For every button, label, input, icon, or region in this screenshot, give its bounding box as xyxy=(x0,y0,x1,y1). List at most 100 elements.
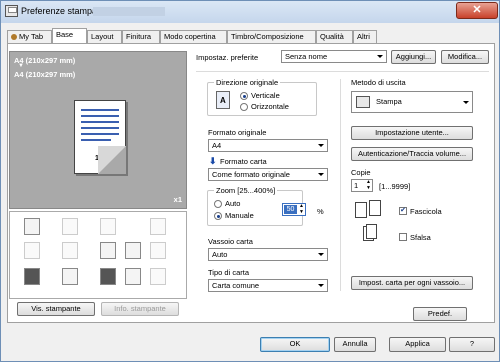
staple-icon[interactable] xyxy=(100,218,116,235)
zoom-manual-label: Manuale xyxy=(225,211,254,220)
paper-size-text: A4 (210x297 mm) xyxy=(14,70,76,79)
copies-badge: x1 xyxy=(173,195,182,204)
apply-button[interactable]: Applica xyxy=(389,337,446,352)
secure-print-icon[interactable] xyxy=(24,268,40,285)
tab-qualita[interactable]: Qualità xyxy=(316,30,353,43)
portrait-label: Verticale xyxy=(251,91,280,100)
cancel-button[interactable]: Annulla xyxy=(334,337,376,352)
printer-icon xyxy=(5,5,18,17)
zoom-title: Zoom [25...400%] xyxy=(214,186,278,195)
chevron-down-icon xyxy=(318,173,324,176)
arrow-down-icon: ▼ xyxy=(18,63,24,69)
copies-input[interactable]: 1 ▲ ▼ xyxy=(351,179,373,192)
print-icon xyxy=(356,96,370,108)
orientation-title: Direzione originale xyxy=(214,78,281,87)
tab-timbro-composizione[interactable]: Timbro/Composizione xyxy=(227,30,316,43)
paper-tray-label: Vassoio carta xyxy=(208,237,253,246)
tab-layout[interactable]: Layout xyxy=(87,30,122,43)
document-icon[interactable] xyxy=(125,268,141,285)
close-button[interactable]: ✕ xyxy=(456,2,498,19)
add-favorite-button[interactable]: Aggiungi... xyxy=(391,50,436,64)
tab-my-tab[interactable]: My Tab xyxy=(7,30,52,43)
portrait-radio[interactable] xyxy=(240,92,248,100)
arrow-down-icon: ⬇ xyxy=(209,156,217,166)
paper-size-value: Come formato originale xyxy=(212,170,290,179)
portrait-page-icon: A xyxy=(216,91,230,109)
printer-view-button[interactable]: Vis. stampante xyxy=(17,302,95,316)
combine-icon[interactable] xyxy=(100,242,116,259)
zoom-auto-label: Auto xyxy=(225,199,241,208)
default-button[interactable]: Predef. xyxy=(413,307,467,321)
divider xyxy=(340,79,341,291)
account-track-icon[interactable] xyxy=(100,268,116,285)
original-size-select[interactable]: A4 xyxy=(208,139,328,152)
favorites-value: Senza nome xyxy=(285,52,328,61)
zoom-auto-radio[interactable] xyxy=(214,200,222,208)
copies-range: [1...9999] xyxy=(379,182,411,191)
tab-finitura[interactable]: Finitura xyxy=(122,30,160,43)
copies-value: 1 xyxy=(354,181,359,190)
output-method-select[interactable]: Stampa xyxy=(351,91,473,113)
text-line xyxy=(81,121,119,123)
cover-icon[interactable] xyxy=(150,242,166,259)
title-bar: Preferenze stampa - ✕ xyxy=(1,1,499,23)
edit-favorite-button[interactable]: Modifica... xyxy=(441,50,489,64)
poster-icon[interactable] xyxy=(125,242,141,259)
printer-info-button[interactable]: Info. stampante xyxy=(101,302,179,316)
paper-tray-value: Auto xyxy=(212,250,228,259)
ok-button[interactable]: OK xyxy=(260,337,330,352)
help-button[interactable]: ? xyxy=(449,337,495,352)
offset-label: Sfalsa xyxy=(410,233,431,242)
original-size-label: Formato originale xyxy=(208,128,267,137)
punch-icon[interactable] xyxy=(62,218,78,235)
tab-label: My Tab xyxy=(19,32,44,41)
offset-icon xyxy=(363,224,379,242)
print-preferences-window: Preferenze stampa - ✕ My Tab Base Layout… xyxy=(0,0,500,362)
zoom-manual-radio[interactable] xyxy=(214,212,222,220)
fold-icon[interactable] xyxy=(150,218,166,235)
output-method-label: Metodo di uscita xyxy=(351,78,406,87)
paper-type-label: Tipo di carta xyxy=(208,268,249,277)
zoom-input[interactable]: 50 ▲ ▼ xyxy=(282,203,306,216)
user-auth-icon[interactable] xyxy=(62,268,78,285)
chevron-down-icon xyxy=(318,253,324,256)
text-line xyxy=(81,109,119,111)
paper-size-select[interactable]: Come formato originale xyxy=(208,168,328,181)
offset-checkbox[interactable] xyxy=(399,233,407,241)
printer-name-redacted xyxy=(93,7,165,16)
favorites-label: Impostaz. preferite xyxy=(196,53,259,62)
text-line xyxy=(81,139,111,141)
paper-tray-select[interactable]: Auto xyxy=(208,248,328,261)
favorites-select[interactable]: Senza nome xyxy=(281,50,387,63)
divider xyxy=(196,71,489,72)
zoom-value: 50 xyxy=(284,205,297,214)
authentication-button[interactable]: Autenticazione/Traccia volume... xyxy=(351,147,473,161)
text-line xyxy=(81,115,119,117)
orientation-group: Direzione originale A Verticale Orizzont… xyxy=(207,78,317,116)
paper-per-tray-button[interactable]: Impost. carta per ogni vassoio... xyxy=(351,276,473,290)
zoom-group: Zoom [25...400%] Auto Manuale 50 ▲ ▼ xyxy=(207,186,306,226)
tab-base[interactable]: Base xyxy=(52,28,87,44)
spinner-down-icon[interactable]: ▼ xyxy=(299,210,304,215)
chevron-down-icon xyxy=(463,101,469,104)
landscape-radio[interactable] xyxy=(240,103,248,111)
landscape-label: Orizzontale xyxy=(251,102,289,111)
paper-preview: 1 xyxy=(74,100,126,174)
user-settings-button[interactable]: Impostazione utente... xyxy=(351,126,473,140)
text-line xyxy=(81,133,119,135)
collate-checkbox[interactable]: ✔ xyxy=(399,207,407,215)
tab-altri[interactable]: Altri xyxy=(353,30,377,43)
output-method-value: Stampa xyxy=(376,97,402,106)
blank-page-icon[interactable] xyxy=(150,268,166,285)
spinner-down-icon[interactable]: ▼ xyxy=(366,186,371,191)
duplex-icon[interactable] xyxy=(24,242,40,259)
collate-label: Fascicola xyxy=(410,207,442,216)
tab-modo-copertina[interactable]: Modo copertina xyxy=(160,30,227,43)
text-line xyxy=(81,127,119,129)
page-curl-icon xyxy=(98,146,126,174)
window-title: Preferenze stampa - xyxy=(21,6,103,16)
print-output-icon[interactable] xyxy=(24,218,40,235)
chevron-down-icon xyxy=(318,144,324,147)
paper-type-select[interactable]: Carta comune xyxy=(208,279,328,292)
booklet-icon[interactable] xyxy=(62,242,78,259)
